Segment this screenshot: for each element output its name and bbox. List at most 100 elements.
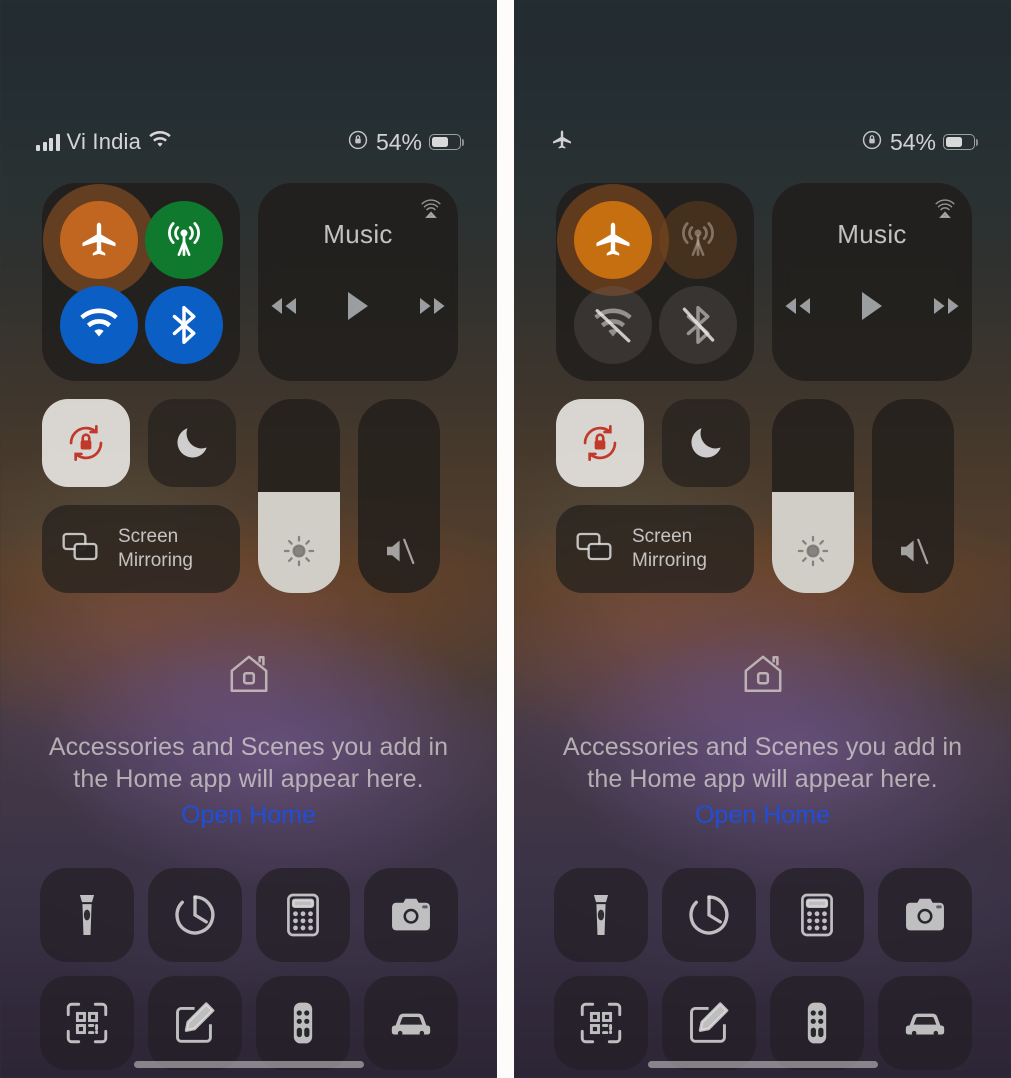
media-title: Music bbox=[837, 219, 907, 249]
camera-icon bbox=[392, 898, 430, 931]
status-bar: 54% bbox=[514, 122, 1011, 162]
now-playing-tile[interactable]: Music bbox=[258, 183, 458, 381]
control-center-after: 54% Music Screen Mirroring Accessories a… bbox=[514, 0, 1011, 1078]
airplane-icon bbox=[596, 222, 629, 256]
fast-forward-button[interactable] bbox=[930, 295, 962, 322]
do-not-disturb-toggle[interactable] bbox=[662, 399, 750, 487]
cellular-bars-icon bbox=[36, 133, 60, 151]
camera-shortcut[interactable] bbox=[364, 868, 458, 962]
airplane-icon bbox=[550, 128, 574, 157]
notes-pencil-icon bbox=[690, 1002, 729, 1043]
volume-slider[interactable] bbox=[358, 399, 440, 593]
cellular-data-toggle[interactable] bbox=[658, 200, 737, 279]
cellular-antenna-icon bbox=[681, 221, 714, 256]
notes-pencil-icon bbox=[176, 1002, 215, 1043]
do-not-disturb-toggle[interactable] bbox=[148, 399, 236, 487]
timer-shortcut[interactable] bbox=[148, 868, 242, 962]
car-icon bbox=[905, 1013, 945, 1036]
rewind-button[interactable] bbox=[782, 295, 814, 322]
car-key-shortcut[interactable] bbox=[878, 976, 972, 1070]
screen-mirroring-icon bbox=[574, 527, 614, 572]
house-icon bbox=[739, 650, 787, 703]
timer-shortcut[interactable] bbox=[662, 868, 756, 962]
rotation-lock-toggle[interactable] bbox=[42, 399, 130, 487]
speaker-mute-icon bbox=[358, 533, 440, 569]
moon-icon bbox=[691, 428, 721, 458]
volume-slider[interactable] bbox=[872, 399, 954, 593]
wifi-slash-icon bbox=[593, 308, 632, 342]
panel-divider bbox=[497, 0, 514, 1078]
battery-percent-label: 54% bbox=[375, 128, 422, 155]
rotation-lock-icon bbox=[583, 424, 617, 462]
control-center-modules: Music Screen Mirroring bbox=[42, 183, 458, 593]
status-bar: Vi India 54% bbox=[0, 122, 497, 162]
timer-icon bbox=[175, 895, 215, 935]
code-scanner-shortcut[interactable] bbox=[554, 976, 648, 1070]
control-center-before: Vi India 54% Music Screen Mirroring Acce… bbox=[0, 0, 497, 1078]
cellular-data-toggle[interactable] bbox=[144, 200, 223, 279]
home-message-line2: the Home app will appear here. bbox=[73, 765, 424, 793]
wifi-icon bbox=[79, 308, 118, 337]
car-key-shortcut[interactable] bbox=[364, 976, 458, 1070]
rotation-lock-icon bbox=[69, 424, 103, 462]
tv-remote-icon bbox=[807, 1002, 827, 1044]
rewind-button[interactable] bbox=[268, 295, 300, 322]
qr-scanner-icon bbox=[66, 1002, 108, 1044]
cellular-antenna-icon bbox=[167, 221, 200, 256]
bluetooth-toggle[interactable] bbox=[144, 285, 223, 364]
apple-tv-remote-shortcut[interactable] bbox=[256, 976, 350, 1070]
media-title: Music bbox=[323, 219, 393, 249]
screen-mirroring-icon bbox=[60, 527, 100, 572]
shortcuts-grid bbox=[554, 868, 974, 1070]
battery-icon bbox=[943, 134, 978, 150]
connectivity-tile[interactable] bbox=[42, 183, 240, 381]
code-scanner-shortcut[interactable] bbox=[40, 976, 134, 1070]
bluetooth-toggle[interactable] bbox=[658, 285, 737, 364]
qr-scanner-icon bbox=[580, 1002, 622, 1044]
home-message-line1: Accessories and Scenes you add in bbox=[48, 733, 449, 761]
camera-shortcut[interactable] bbox=[878, 868, 972, 962]
now-playing-tile[interactable]: Music bbox=[772, 183, 972, 381]
brightness-sun-icon bbox=[772, 533, 854, 569]
open-home-link[interactable]: Open Home bbox=[695, 801, 830, 830]
rotation-lock-icon bbox=[861, 129, 883, 156]
moon-icon bbox=[177, 428, 207, 458]
bluetooth-slash-icon bbox=[682, 305, 714, 344]
connectivity-tile[interactable] bbox=[556, 183, 754, 381]
rotation-lock-toggle[interactable] bbox=[556, 399, 644, 487]
home-empty-state: Accessories and Scenes you add in the Ho… bbox=[514, 650, 1011, 830]
airplane-icon bbox=[82, 222, 115, 256]
calculator-shortcut[interactable] bbox=[770, 868, 864, 962]
shortcuts-grid bbox=[40, 868, 460, 1070]
fast-forward-button[interactable] bbox=[416, 295, 448, 322]
brightness-slider[interactable] bbox=[772, 399, 854, 593]
airplay-audio-icon[interactable] bbox=[418, 196, 444, 227]
airplane-mode-toggle[interactable] bbox=[556, 183, 669, 296]
flashlight-icon bbox=[593, 895, 609, 935]
airplane-mode-toggle[interactable] bbox=[42, 183, 155, 296]
apple-tv-remote-shortcut[interactable] bbox=[770, 976, 864, 1070]
wifi-toggle[interactable] bbox=[573, 285, 652, 364]
screen-mirroring-label-line1: Screen bbox=[632, 525, 693, 547]
notes-shortcut[interactable] bbox=[148, 976, 242, 1070]
calculator-shortcut[interactable] bbox=[256, 868, 350, 962]
wifi-icon bbox=[148, 130, 172, 154]
screen-mirroring-button[interactable]: Screen Mirroring bbox=[556, 505, 754, 593]
screen-mirroring-button[interactable]: Screen Mirroring bbox=[42, 505, 240, 593]
brightness-slider[interactable] bbox=[258, 399, 340, 593]
control-center-modules: Music Screen Mirroring bbox=[556, 183, 972, 593]
airplay-audio-icon[interactable] bbox=[932, 196, 958, 227]
play-button[interactable] bbox=[858, 290, 886, 327]
screen-mirroring-label-line1: Screen bbox=[118, 525, 179, 547]
flashlight-shortcut[interactable] bbox=[40, 868, 134, 962]
open-home-link[interactable]: Open Home bbox=[181, 801, 316, 830]
play-button[interactable] bbox=[344, 290, 372, 327]
battery-icon bbox=[429, 134, 464, 150]
flashlight-shortcut[interactable] bbox=[554, 868, 648, 962]
camera-icon bbox=[906, 898, 944, 931]
notes-shortcut[interactable] bbox=[662, 976, 756, 1070]
wifi-toggle[interactable] bbox=[59, 285, 138, 364]
house-icon bbox=[225, 650, 273, 703]
home-indicator bbox=[133, 1061, 364, 1068]
rotation-lock-icon bbox=[347, 129, 369, 156]
